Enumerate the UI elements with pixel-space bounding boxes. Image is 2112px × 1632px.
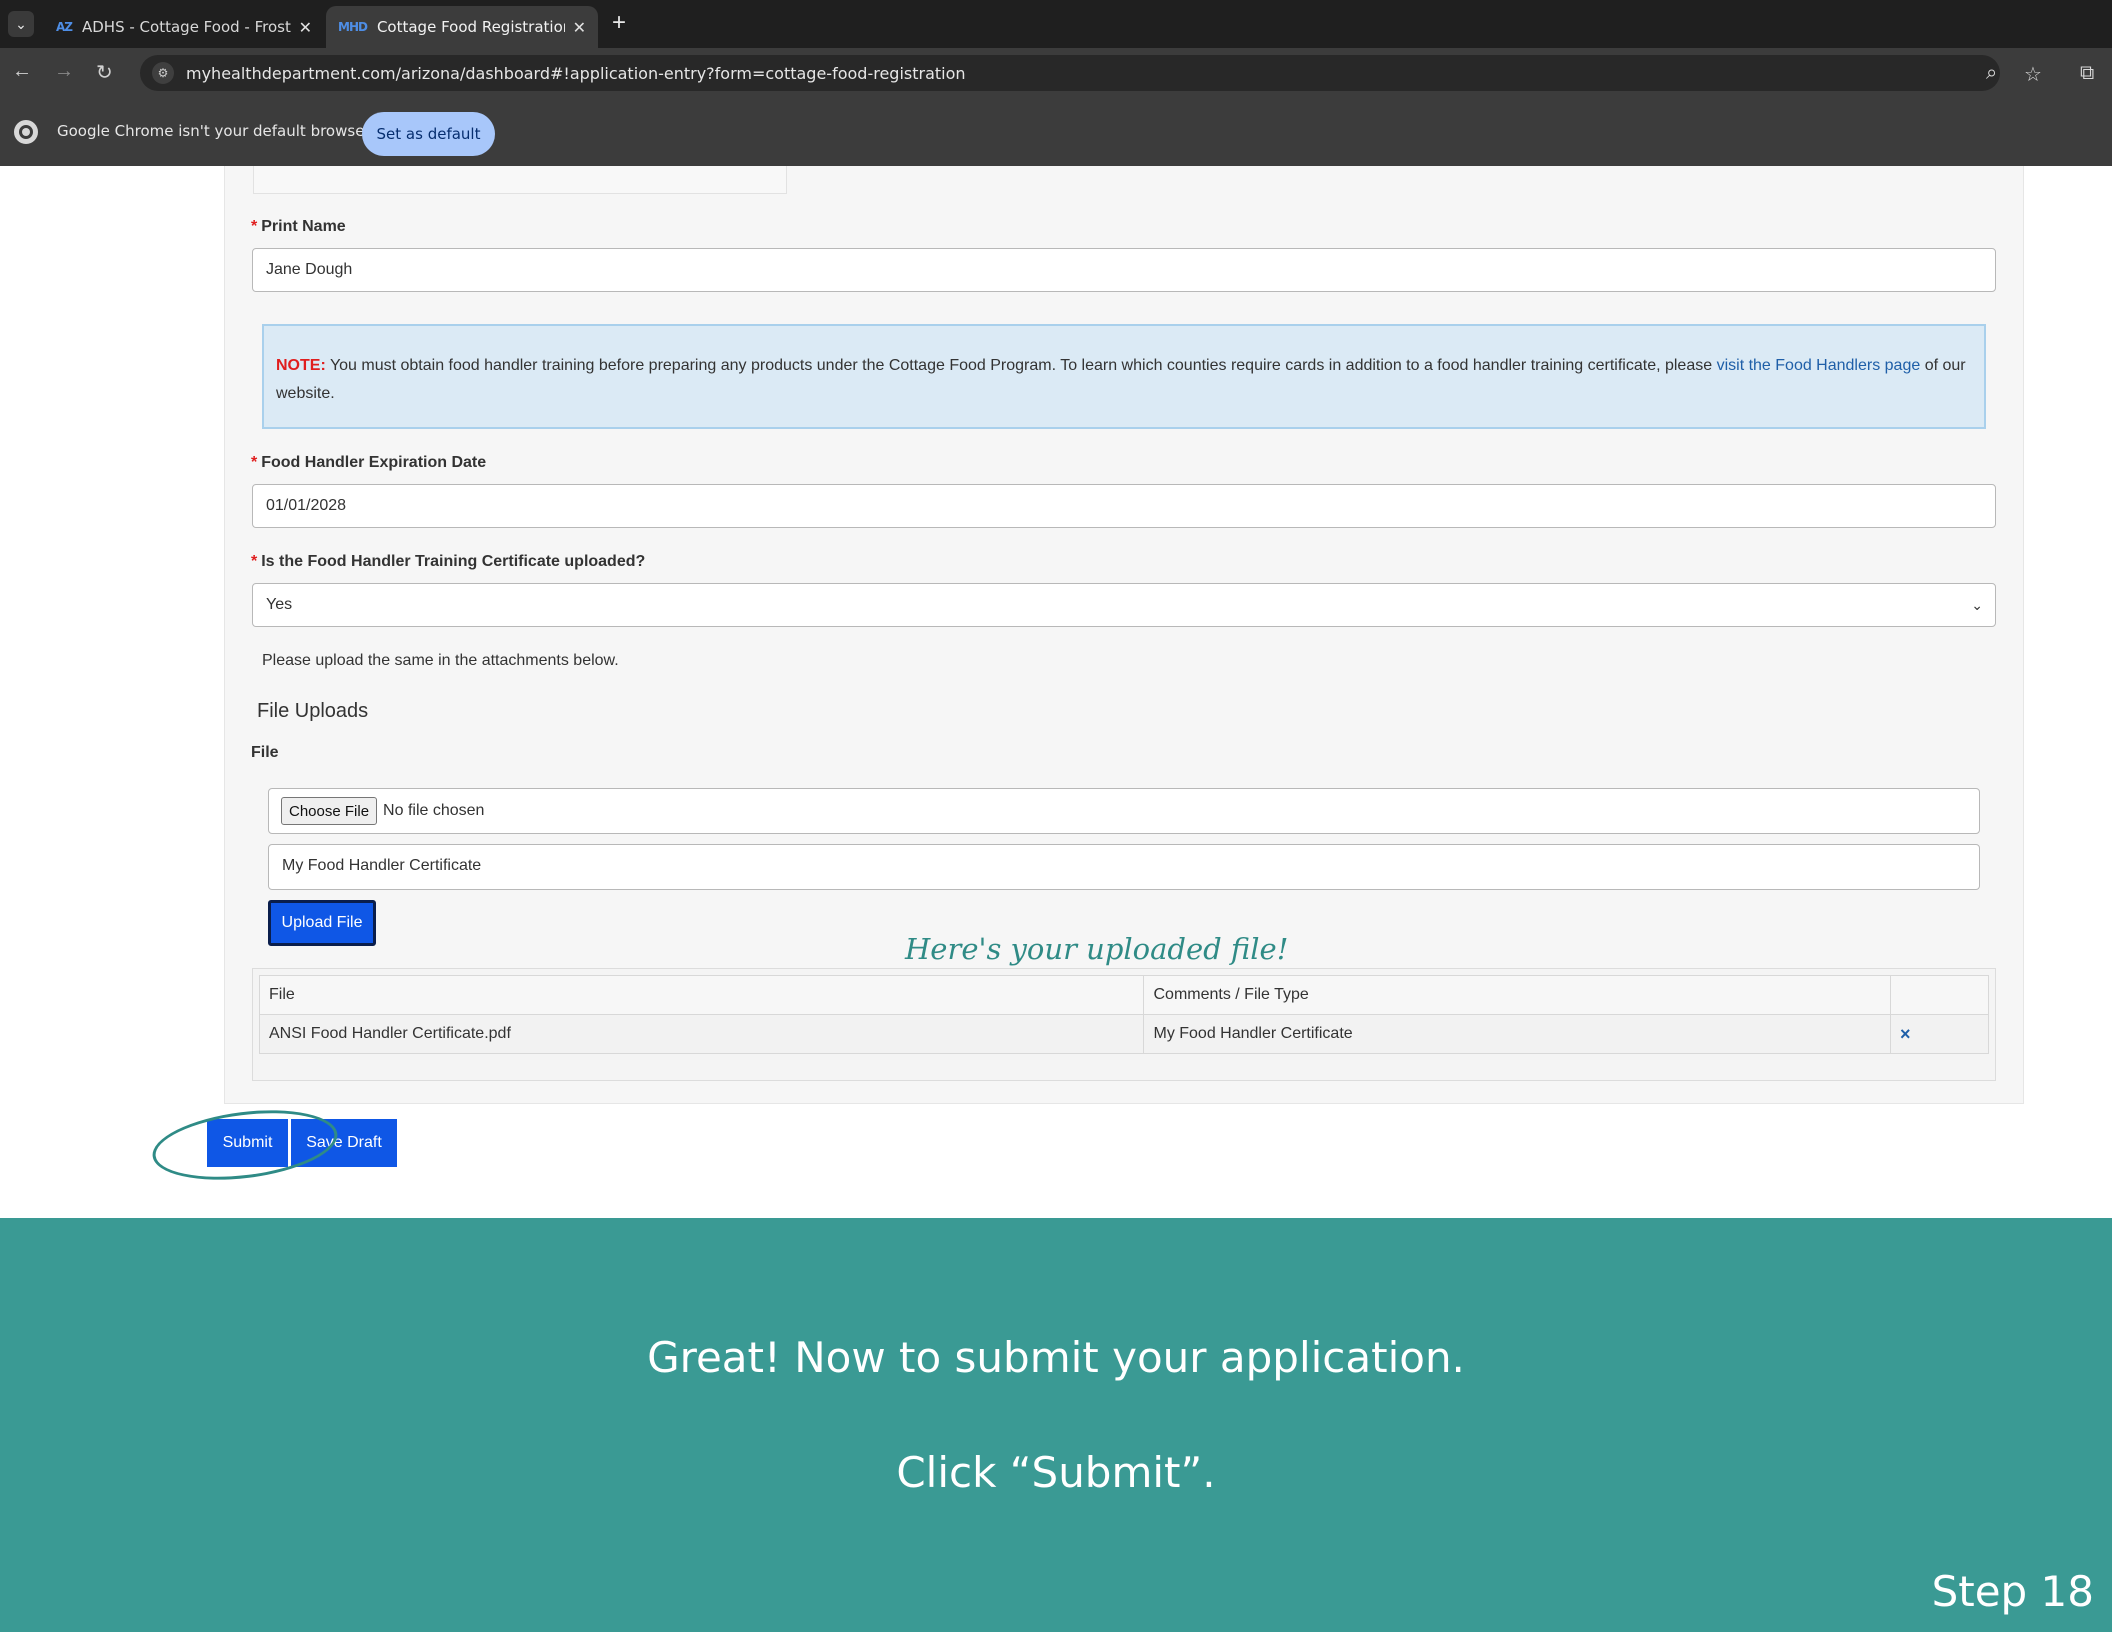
- note-label: NOTE:: [276, 357, 326, 374]
- zoom-icon[interactable]: ⌕: [1986, 62, 1997, 85]
- required-asterisk: *: [251, 454, 258, 471]
- chrome-logo-icon: [14, 120, 38, 144]
- expiration-date-input[interactable]: 01/01/2028: [252, 484, 1996, 528]
- action-cell: ×: [1890, 1014, 1989, 1054]
- food-handlers-page-link[interactable]: visit the Food Handlers page: [1717, 357, 1921, 374]
- instruction-line-1: Great! Now to submit your application.: [647, 1333, 1465, 1382]
- bookmark-star-icon[interactable]: ☆: [2024, 62, 2042, 87]
- forward-arrow-icon[interactable]: →: [54, 60, 74, 83]
- tab-strip: ⌄ AZ ADHS - Cottage Food - Frosting ✕ MH…: [0, 0, 2112, 48]
- tab-title: Cottage Food Registration | Ari: [376, 18, 565, 36]
- save-draft-button[interactable]: Save Draft: [291, 1119, 397, 1167]
- tab-search-icon[interactable]: ⌄: [8, 11, 34, 37]
- expiration-date-label: * Food Handler Expiration Date: [251, 454, 487, 471]
- extensions-icon[interactable]: ⧉: [2080, 62, 2094, 85]
- back-arrow-icon[interactable]: ←: [12, 60, 32, 83]
- comment-cell: My Food Handler Certificate: [1143, 1014, 1892, 1054]
- file-name-cell: ANSI Food Handler Certificate.pdf: [258, 1014, 1145, 1054]
- upload-file-button[interactable]: Upload File: [268, 900, 376, 946]
- selected-option: Yes: [266, 596, 293, 613]
- file-label: File: [251, 744, 279, 761]
- table-header-row: File Comments / File Type: [258, 975, 1989, 1015]
- print-name-input[interactable]: Jane Dough: [252, 248, 1996, 292]
- file-input[interactable]: Choose File No file chosen: [268, 788, 1980, 834]
- certificate-uploaded-select[interactable]: Yes ⌄: [252, 583, 1996, 627]
- site-info-icon[interactable]: ⚙: [152, 62, 174, 84]
- instruction-line-2: Click “Submit”.: [896, 1448, 1216, 1497]
- az-favicon-icon: AZ: [56, 20, 73, 34]
- previous-field-bottom: [253, 166, 787, 194]
- close-tab-icon[interactable]: ✕: [299, 18, 312, 37]
- choose-file-button[interactable]: Choose File: [281, 797, 378, 825]
- reload-icon[interactable]: ↻: [96, 60, 113, 85]
- file-column-header: File: [258, 975, 1145, 1015]
- default-browser-infobar: Google Chrome isn't your default browser: [0, 98, 2112, 166]
- close-tab-icon[interactable]: ✕: [573, 18, 586, 37]
- chevron-down-icon: ⌄: [1971, 597, 1983, 613]
- new-tab-plus-icon[interactable]: +: [612, 9, 626, 37]
- required-asterisk: *: [251, 218, 258, 235]
- mhd-favicon-icon: MHD: [338, 20, 368, 34]
- tab-cottage-food-registration[interactable]: MHD Cottage Food Registration | Ari ✕: [326, 6, 598, 48]
- uploaded-files-table: File Comments / File Type ANSI Food Hand…: [258, 975, 1989, 1054]
- infobar-text: Google Chrome isn't your default browser: [57, 122, 371, 140]
- comments-column-header: Comments / File Type: [1143, 975, 1892, 1015]
- file-uploads-heading: File Uploads: [257, 700, 369, 722]
- uploaded-file-annotation: Here's your uploaded file!: [905, 932, 1289, 966]
- set-as-default-button[interactable]: Set as default: [362, 112, 495, 156]
- upload-hint-text: Please upload the same in the attachment…: [262, 652, 619, 669]
- print-name-label: * Print Name: [251, 218, 346, 235]
- url-text: myhealthdepartment.com/arizona/dashboard…: [186, 63, 966, 83]
- delete-file-icon[interactable]: ×: [1900, 1024, 1911, 1044]
- omnibox[interactable]: ⚙ myhealthdepartment.com/arizona/dashboa…: [140, 55, 2000, 91]
- note-text: You must obtain food handler training be…: [325, 357, 1717, 374]
- step-number: Step 18: [1931, 1567, 2094, 1616]
- tab-title: ADHS - Cottage Food - Frosting: [82, 18, 291, 36]
- certificate-uploaded-label: * Is the Food Handler Training Certificat…: [251, 553, 646, 570]
- food-handler-note: NOTE: You must obtain food handler train…: [262, 324, 1986, 429]
- address-bar: ← → ↻ ⚙ myhealthdepartment.com/arizona/d…: [0, 48, 2112, 98]
- no-file-chosen-text: No file chosen: [383, 802, 485, 819]
- instruction-banner: [0, 1218, 2112, 1632]
- file-comment-input[interactable]: My Food Handler Certificate: [268, 844, 1980, 890]
- table-row: ANSI Food Handler Certificate.pdf My Foo…: [258, 1014, 1989, 1054]
- tab-adhs-cottage-food[interactable]: AZ ADHS - Cottage Food - Frosting ✕: [44, 6, 324, 48]
- action-column-header: [1890, 975, 1989, 1015]
- submit-button[interactable]: Submit: [207, 1119, 288, 1167]
- required-asterisk: *: [251, 553, 258, 570]
